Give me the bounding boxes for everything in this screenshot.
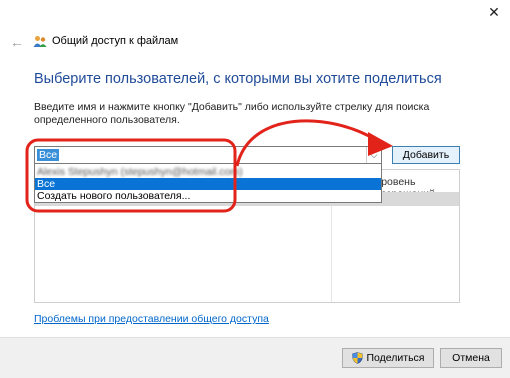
instructions-text: Введите имя и нажмите кнопку "Добавить" …	[34, 101, 430, 126]
page-heading: Выберите пользователей, с которыми вы хо…	[34, 71, 442, 87]
share-users-icon	[33, 36, 47, 47]
uac-shield-icon	[351, 352, 363, 365]
help-link[interactable]: Проблемы при предоставлении общего досту…	[34, 313, 269, 325]
user-dropdown-list: Alexis Stepushyn (stepushyn@hotmail.com)…	[34, 163, 382, 203]
dropdown-item-create-user[interactable]: Создать нового пользователя...	[35, 190, 381, 202]
close-button[interactable]: ✕	[480, 2, 508, 22]
window-title: Общий доступ к файлам	[52, 35, 179, 47]
user-combo-box[interactable]: Все ⌵	[34, 146, 382, 164]
back-arrow-icon[interactable]: ←	[10, 34, 24, 50]
cancel-button[interactable]: Отмена	[440, 348, 502, 368]
dropdown-item-everyone[interactable]: Все	[35, 178, 381, 190]
user-combo-value[interactable]: Все	[37, 149, 60, 161]
chevron-down-icon[interactable]: ⌵	[366, 147, 381, 163]
share-button[interactable]: Поделиться	[342, 348, 434, 368]
share-button-label: Поделиться	[366, 352, 425, 364]
add-button[interactable]: Добавить	[392, 146, 460, 164]
dropdown-item-user[interactable]: Alexis Stepushyn (stepushyn@hotmail.com)	[35, 166, 381, 178]
